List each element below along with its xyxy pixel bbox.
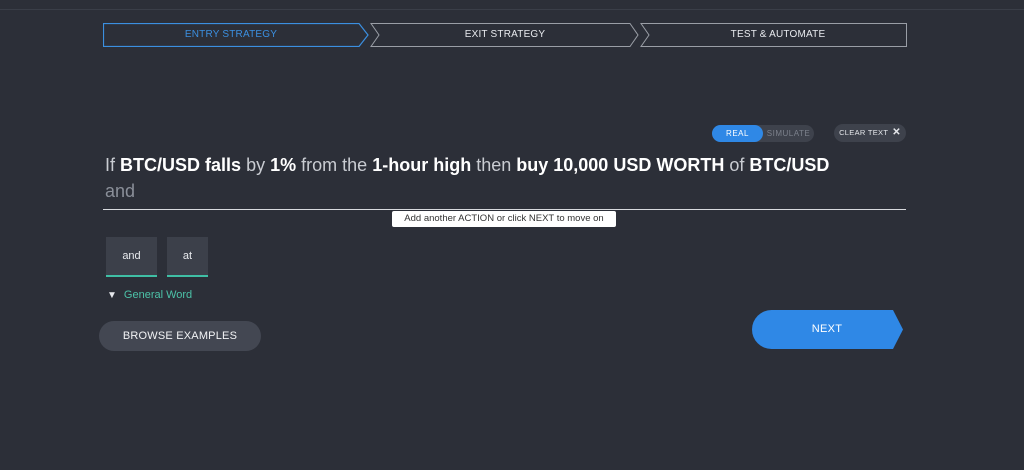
step-entry-strategy[interactable]: ENTRY STRATEGY [103,23,359,47]
next-button[interactable]: NEXT [752,310,904,349]
sentence-underline [103,209,906,210]
token-percent[interactable]: 1% [270,155,296,175]
clear-text-button[interactable]: CLEAR TEXT ✕ [834,124,906,142]
step-exit-strategy[interactable]: EXIT STRATEGY [379,23,631,47]
word-by: by [246,155,266,175]
browse-examples-button[interactable]: BROWSE EXAMPLES [99,321,261,351]
filter-label: General Word [123,289,193,301]
token-period[interactable]: 1-hour high [372,155,471,175]
next-label: NEXT [811,323,843,335]
suggestion-chip-at[interactable]: at [167,237,208,277]
sentence-next-word[interactable]: and [105,178,905,204]
suggestion-chip-and[interactable]: and [106,237,157,277]
step-test-automate[interactable]: TEST & AUTOMATE [649,23,907,47]
hint-tooltip: Add another ACTION or click NEXT to move… [392,211,616,227]
filter-icon: ▼ [107,290,117,301]
word-filter[interactable]: ▼ General Word [107,288,192,302]
word-if: If [105,155,116,175]
token-action[interactable]: buy 10,000 USD WORTH [516,155,724,175]
strategy-stepper: ENTRY STRATEGY EXIT STRATEGY TEST & AUTO… [103,23,907,47]
clear-text-label: CLEAR TEXT [839,128,889,137]
top-divider [0,9,1024,10]
token-falls[interactable]: falls [205,155,241,175]
word-of: of [729,155,745,175]
word-then: then [476,155,512,175]
token-pair[interactable]: BTC/USD [120,155,200,175]
real-simulate-toggle[interactable]: REAL SIMULATE [712,125,814,142]
real-option[interactable]: REAL [712,125,763,142]
close-icon: ✕ [892,127,901,138]
token-pair-2[interactable]: BTC/USD [749,155,829,175]
word-from-the: from the [301,155,368,175]
simulate-option[interactable]: SIMULATE [763,125,814,142]
strategy-sentence[interactable]: If BTC/USD falls by 1% from the 1-hour h… [105,152,905,204]
